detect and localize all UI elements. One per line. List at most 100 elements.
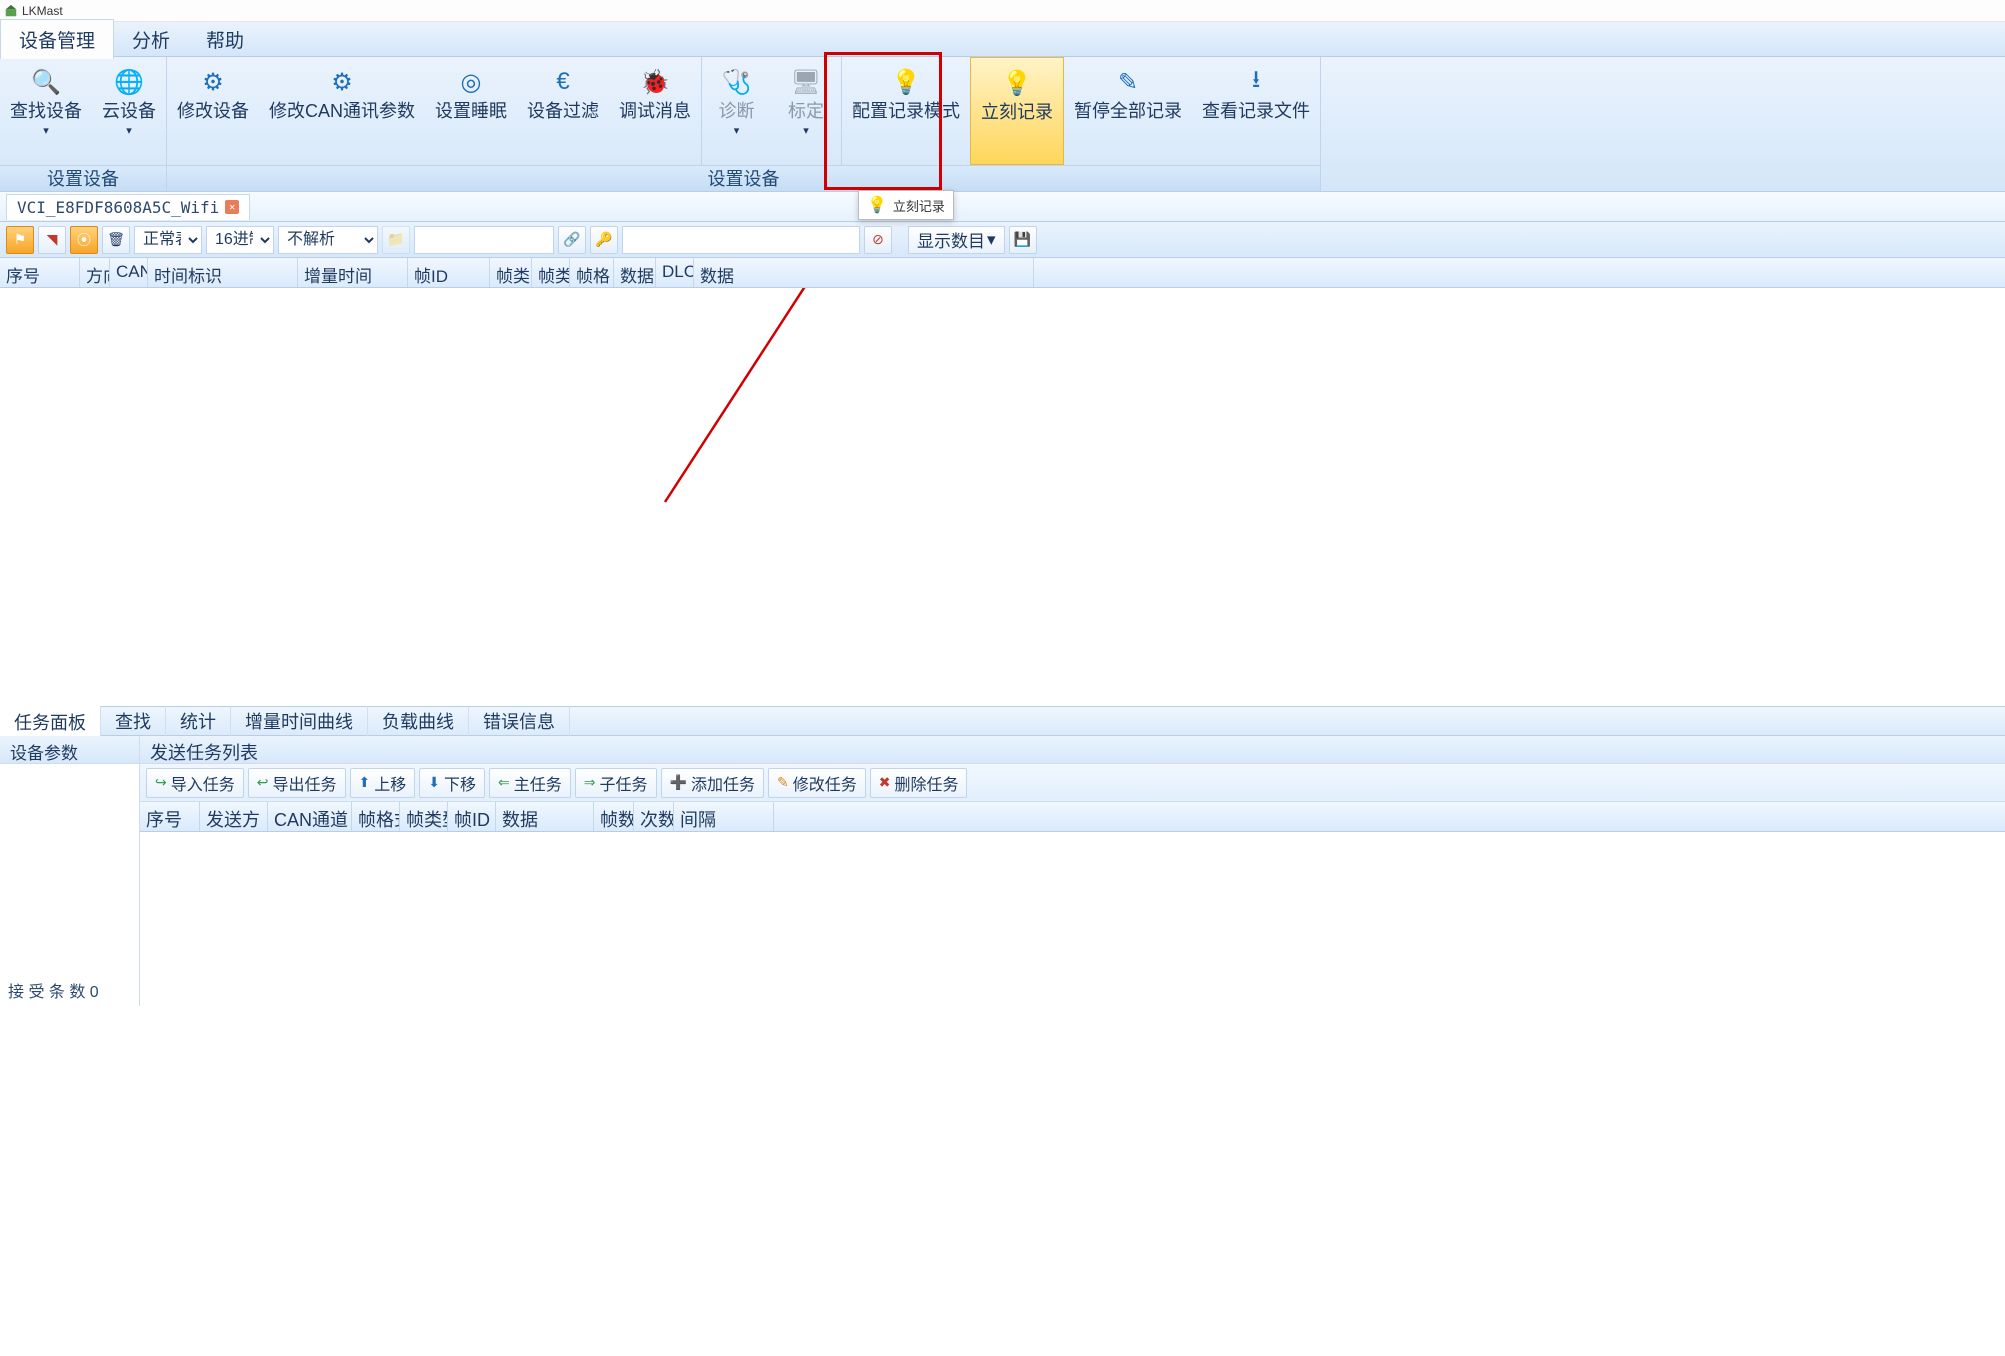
bottom-tab[interactable]: 任务面板 bbox=[0, 704, 101, 739]
flag-icon: ⚑ bbox=[14, 231, 27, 248]
grid-col-header[interactable]: 数据 bbox=[694, 258, 1034, 287]
task-col-header[interactable]: 数据 bbox=[496, 802, 594, 831]
debug-msg-button[interactable]: 🐞 调试消息 bbox=[609, 57, 701, 165]
device-params-panel: 设备参数 接 受 条 数 0 bbox=[0, 736, 140, 1006]
lightbulb-on-icon: 💡 bbox=[1002, 66, 1032, 100]
task-col-header[interactable]: 帧ID bbox=[448, 802, 496, 831]
delete-button[interactable]: 🗑 bbox=[102, 226, 130, 254]
task-col-header[interactable]: 帧类型 bbox=[400, 802, 448, 831]
task-icon: ✎ bbox=[777, 774, 789, 791]
task-col-header[interactable]: CAN通道 bbox=[268, 802, 352, 831]
record-button[interactable]: ⚑ bbox=[6, 226, 34, 254]
grid-col-header[interactable]: 帧ID bbox=[408, 258, 490, 287]
task-icon: ↩ bbox=[257, 774, 269, 791]
task-删除任务-button[interactable]: ✖删除任务 bbox=[870, 768, 968, 798]
lightbulb-icon: 💡 bbox=[867, 195, 887, 215]
doc-tab[interactable]: VCI_E8FDF8608A5C_Wifi ✕ bbox=[6, 194, 250, 220]
bottom-tab[interactable]: 统计 bbox=[166, 704, 231, 738]
save-button[interactable]: 💾 bbox=[1009, 226, 1037, 254]
task-grid-body[interactable] bbox=[140, 832, 2005, 1006]
chevron-down-icon: ▾ bbox=[734, 124, 740, 137]
chevron-down-icon: ▾ bbox=[803, 124, 809, 137]
stop-button[interactable]: ◥ bbox=[38, 226, 66, 254]
modify-can-params-button[interactable]: ⚙ 修改CAN通讯参数 bbox=[259, 57, 425, 165]
menu-device-mgmt[interactable]: 设备管理 bbox=[0, 19, 114, 59]
task-col-header[interactable]: 帧格式 bbox=[352, 802, 400, 831]
view-record-file-button[interactable]: ⭳ 查看记录文件 bbox=[1192, 57, 1320, 165]
grid-body[interactable] bbox=[0, 288, 2005, 706]
task-修改任务-button[interactable]: ✎修改任务 bbox=[768, 768, 866, 798]
task-icon: ⇐ bbox=[498, 774, 510, 791]
link-button[interactable]: 🔗 bbox=[558, 226, 586, 254]
task-导出任务-button[interactable]: ↩导出任务 bbox=[248, 768, 346, 798]
tooltip-callout: 💡 立刻记录 bbox=[858, 190, 954, 220]
menu-bar: 设备管理 分析 帮助 bbox=[0, 22, 2005, 57]
bottom-panels: 设备参数 接 受 条 数 0 发送任务列表 ↪导入任务↩导出任务⬆上移⬇下移⇐主… bbox=[0, 736, 2005, 1006]
set-sleep-button[interactable]: ◎ 设置睡眠 bbox=[425, 57, 517, 165]
grid-col-header[interactable]: CAN bbox=[110, 258, 148, 287]
bottom-tab[interactable]: 负载曲线 bbox=[368, 704, 469, 738]
grid-col-header[interactable]: 数据 bbox=[614, 258, 656, 287]
key-button[interactable]: 🔑 bbox=[590, 226, 618, 254]
bottom-tab[interactable]: 错误信息 bbox=[469, 704, 570, 738]
pause-icon: ⦿ bbox=[77, 230, 91, 250]
table-mode-select[interactable]: 正常表 bbox=[134, 226, 202, 254]
task-下移-button[interactable]: ⬇下移 bbox=[419, 768, 485, 798]
pause-all-record-button[interactable]: ✎ 暂停全部记录 bbox=[1064, 57, 1192, 165]
doc-tabstrip: VCI_E8FDF8608A5C_Wifi ✕ bbox=[0, 192, 2005, 222]
show-count-button[interactable]: 显示数目▾ bbox=[908, 226, 1005, 254]
stethoscope-icon: 🩺 bbox=[722, 65, 752, 99]
find-device-button[interactable]: 🔍 查找设备 ▾ bbox=[0, 57, 92, 165]
task-col-header[interactable]: 帧数 bbox=[594, 802, 634, 831]
device-filter-button[interactable]: € 设备过滤 bbox=[517, 57, 609, 165]
task-icon: ✖ bbox=[879, 774, 891, 791]
open-folder-button[interactable]: 📁 bbox=[382, 226, 410, 254]
modify-device-button[interactable]: ⚙ 修改设备 bbox=[167, 57, 259, 165]
cancel-search-button[interactable]: ⊘ bbox=[864, 226, 892, 254]
ribbon: 🔍 查找设备 ▾ 🌐 云设备 ▾ 设置设备 ⚙ 修改设备 ⚙ 修改CAN通讯参数 bbox=[0, 57, 2005, 192]
monitor-icon: 🖥 bbox=[791, 65, 821, 99]
grid-col-header[interactable]: DLC bbox=[656, 258, 694, 287]
task-添加任务-button[interactable]: ➕添加任务 bbox=[661, 768, 764, 798]
task-col-header[interactable]: 次数 bbox=[634, 802, 674, 831]
task-icon: ⇒ bbox=[584, 774, 596, 791]
task-子任务-button[interactable]: ⇒子任务 bbox=[575, 768, 657, 798]
task-导入任务-button[interactable]: ↪导入任务 bbox=[146, 768, 244, 798]
search-icon: 🔍 bbox=[31, 65, 61, 99]
task-上移-button[interactable]: ⬆上移 bbox=[350, 768, 416, 798]
grid-col-header[interactable]: 帧类 bbox=[490, 258, 532, 287]
parse-select[interactable]: 不解析 bbox=[278, 226, 378, 254]
radix-select[interactable]: 16进制 bbox=[206, 226, 274, 254]
filter-icon: € bbox=[556, 65, 569, 99]
chevron-down-icon: ▾ bbox=[126, 124, 132, 137]
app-title: LKMast bbox=[22, 4, 63, 18]
save-icon: 💾 bbox=[1014, 231, 1031, 248]
task-icon: ⬇ bbox=[428, 774, 440, 791]
grid-col-header[interactable]: 方向 bbox=[80, 258, 110, 287]
menu-help[interactable]: 帮助 bbox=[188, 20, 262, 59]
task-col-header[interactable]: 发送方 bbox=[200, 802, 268, 831]
cloud-device-button[interactable]: 🌐 云设备 ▾ bbox=[92, 57, 166, 165]
pause-button[interactable]: ⦿ bbox=[70, 226, 98, 254]
grid-col-header[interactable]: 帧类 bbox=[532, 258, 570, 287]
download-icon: ⭳ bbox=[1252, 65, 1260, 99]
config-record-mode-button[interactable]: 💡 配置记录模式 bbox=[841, 57, 970, 165]
close-icon[interactable]: ✕ bbox=[225, 200, 239, 214]
task-col-header[interactable]: 间隔 bbox=[674, 802, 774, 831]
receive-count-label: 接 受 条 数 0 bbox=[0, 974, 139, 1006]
grid-col-header[interactable]: 序号 bbox=[0, 258, 80, 287]
record-now-button[interactable]: 💡 立刻记录 bbox=[970, 57, 1064, 165]
grid-col-header[interactable]: 时间标识 bbox=[148, 258, 298, 287]
bottom-tab[interactable]: 查找 bbox=[101, 704, 166, 738]
task-主任务-button[interactable]: ⇐主任务 bbox=[489, 768, 571, 798]
search-input[interactable] bbox=[622, 226, 860, 254]
grid-col-header[interactable]: 帧格 bbox=[570, 258, 614, 287]
bottom-tab[interactable]: 增量时间曲线 bbox=[231, 704, 368, 738]
task-col-header[interactable]: 序号 bbox=[140, 802, 200, 831]
chevron-down-icon: ▾ bbox=[987, 230, 996, 250]
menu-analysis[interactable]: 分析 bbox=[114, 20, 188, 59]
diagnose-button[interactable]: 🩺 诊断 ▾ bbox=[701, 57, 771, 165]
grid-col-header[interactable]: 增量时间 bbox=[298, 258, 408, 287]
calibrate-button[interactable]: 🖥 标定 ▾ bbox=[771, 57, 841, 165]
file-input[interactable] bbox=[414, 226, 554, 254]
